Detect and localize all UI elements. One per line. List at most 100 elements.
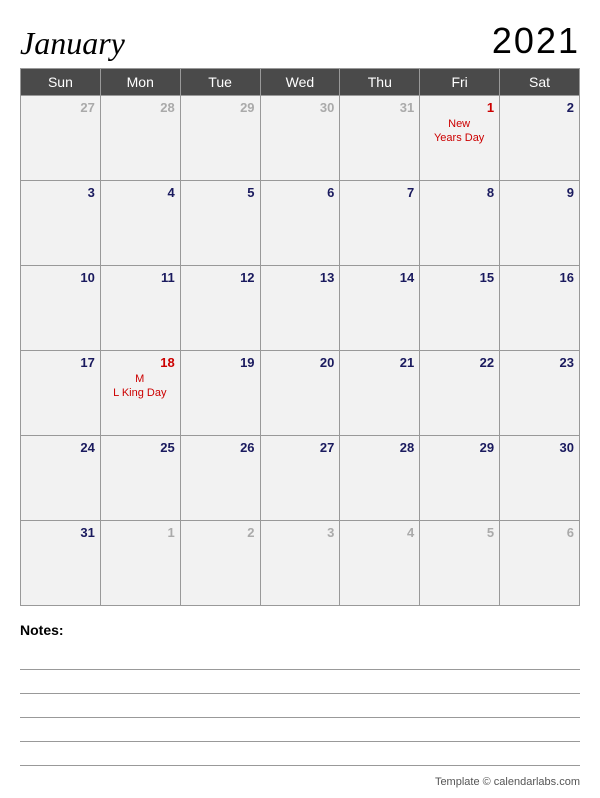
day-number: 20 (265, 355, 335, 370)
weekday-header-sat: Sat (500, 69, 580, 96)
calendar-cell: 31 (340, 96, 420, 181)
day-number: 30 (265, 100, 335, 115)
weekday-header-fri: Fri (420, 69, 500, 96)
weekday-header-mon: Mon (100, 69, 180, 96)
day-number: 6 (265, 185, 335, 200)
day-number: 11 (105, 270, 175, 285)
calendar-cell: 4 (100, 181, 180, 266)
calendar-cell: 29 (180, 96, 260, 181)
calendar-cell: 21 (340, 351, 420, 436)
day-number: 23 (504, 355, 574, 370)
notes-label: Notes: (20, 622, 580, 638)
day-number: 10 (25, 270, 95, 285)
day-number: 1 (424, 100, 494, 115)
week-row-3: 17 18 ML King Day 19 20 21 22 23 (21, 351, 580, 436)
calendar-cell: 28 (100, 96, 180, 181)
day-number: 9 (504, 185, 574, 200)
notes-section: Notes: (20, 622, 580, 766)
day-number: 22 (424, 355, 494, 370)
footer: Template © calendarlabs.com (20, 776, 580, 788)
calendar-cell: 7 (340, 181, 420, 266)
calendar-cell: 24 (21, 436, 101, 521)
calendar-cell: 2 (500, 96, 580, 181)
day-number: 17 (25, 355, 95, 370)
day-number: 4 (105, 185, 175, 200)
calendar-cell: 15 (420, 266, 500, 351)
calendar-cell: 19 (180, 351, 260, 436)
day-number: 29 (424, 440, 494, 455)
calendar-table: SunMonTueWedThuFriSat 27282930311NewYear… (20, 68, 580, 606)
day-number: 16 (504, 270, 574, 285)
calendar-header: January 2021 (20, 20, 580, 62)
calendar-cell: 12 (180, 266, 260, 351)
calendar-cell: 28 (340, 436, 420, 521)
day-number: 27 (265, 440, 335, 455)
notes-line (20, 694, 580, 718)
weekday-header-row: SunMonTueWedThuFriSat (21, 69, 580, 96)
calendar-cell: 1 (100, 521, 180, 606)
day-number: 30 (504, 440, 574, 455)
calendar-cell: 9 (500, 181, 580, 266)
calendar-cell: 8 (420, 181, 500, 266)
holiday-label: NewYears Day (424, 117, 494, 146)
day-number: 2 (504, 100, 574, 115)
weekday-header-wed: Wed (260, 69, 340, 96)
calendar-cell: 25 (100, 436, 180, 521)
day-number: 15 (424, 270, 494, 285)
calendar-cell: 1 NewYears Day (420, 96, 500, 181)
day-number: 5 (185, 185, 255, 200)
calendar-cell: 16 (500, 266, 580, 351)
calendar-cell: 20 (260, 351, 340, 436)
calendar-cell: 17 (21, 351, 101, 436)
day-number: 14 (344, 270, 414, 285)
day-number: 3 (25, 185, 95, 200)
notes-line (20, 646, 580, 670)
calendar-cell: 3 (260, 521, 340, 606)
day-number: 3 (265, 525, 335, 540)
day-number: 31 (25, 525, 95, 540)
weekday-header-tue: Tue (180, 69, 260, 96)
calendar-cell: 31 (21, 521, 101, 606)
calendar-cell: 27 (260, 436, 340, 521)
week-row-5: 31 123456 (21, 521, 580, 606)
calendar-cell: 30 (260, 96, 340, 181)
notes-line (20, 670, 580, 694)
calendar-cell: 6 (500, 521, 580, 606)
weekday-header-thu: Thu (340, 69, 420, 96)
day-number: 13 (265, 270, 335, 285)
calendar-cell: 5 (420, 521, 500, 606)
calendar-cell: 13 (260, 266, 340, 351)
notes-line (20, 718, 580, 742)
day-number: 19 (185, 355, 255, 370)
month-title: January (20, 25, 125, 62)
day-number: 28 (344, 440, 414, 455)
day-number: 6 (504, 525, 574, 540)
notes-line (20, 742, 580, 766)
day-number: 25 (105, 440, 175, 455)
day-number: 2 (185, 525, 255, 540)
calendar-cell: 11 (100, 266, 180, 351)
week-row-0: 2728 29 30 31 1 NewYears Day 2 (21, 96, 580, 181)
day-number: 12 (185, 270, 255, 285)
footer-text: Template © calendarlabs.com (435, 776, 580, 788)
weekday-header-sun: Sun (21, 69, 101, 96)
day-number: 18 (105, 355, 175, 370)
calendar-cell: 22 (420, 351, 500, 436)
calendar-cell: 23 (500, 351, 580, 436)
day-number: 29 (185, 100, 255, 115)
calendar-cell: 27 (21, 96, 101, 181)
calendar-cell: 30 (500, 436, 580, 521)
calendar-cell: 14 (340, 266, 420, 351)
day-number: 26 (185, 440, 255, 455)
week-row-1: 3456789 (21, 181, 580, 266)
day-number: 4 (344, 525, 414, 540)
day-number: 8 (424, 185, 494, 200)
calendar-cell: 26 (180, 436, 260, 521)
day-number: 24 (25, 440, 95, 455)
calendar-cell: 2 (180, 521, 260, 606)
day-number: 5 (424, 525, 494, 540)
holiday-label: ML King Day (105, 372, 175, 401)
calendar-cell: 18 ML King Day (100, 351, 180, 436)
day-number: 7 (344, 185, 414, 200)
day-number: 31 (344, 100, 414, 115)
